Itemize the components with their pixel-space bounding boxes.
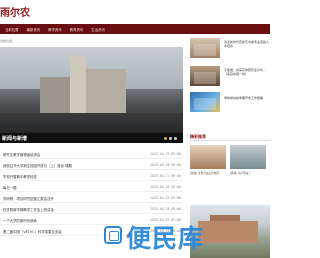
recommend-caption[interactable]: [揭秘] 这里有最美的校园 [190,171,230,175]
news-date: 2025-04-25 09:00 [150,196,181,200]
news-date: 2025-04-24 09:00 [150,207,181,211]
banner-dot[interactable] [169,137,172,140]
right-list-item[interactable]: 学校举办新学期开学工作部署 [224,96,270,100]
news-row[interactable]: 学研院：项目研究进度汇报会召开 2025-04-25 09:00 [0,194,183,203]
right-thumbnail[interactable] [190,38,220,58]
right-thumbnail[interactable] [190,92,220,112]
banner-building [86,69,126,115]
news-title[interactable]: 在学院新学期教学工作会上的讲话 [3,207,133,212]
nav-item-life[interactable]: 生活资讯 [91,27,105,32]
news-title[interactable]: 研究生教学管理者培训会 [3,152,133,157]
news-row[interactable]: 每日一题 2025-04-26 09:00 [0,183,183,192]
nav-item-teaching[interactable]: 教学资讯 [48,27,62,32]
nav-item-latest[interactable]: 最新资讯 [27,27,41,32]
news-title[interactable]: 一个大学的新时代使命 [3,218,133,223]
right-list-item[interactable]: 不能发：将来高中研究生平均…（来自中国一线） [224,68,270,76]
news-row[interactable]: 学校开展期中教学检查 2025-04-27 09:00 [0,172,183,181]
nav-item-education[interactable]: 教育资讯 [70,27,84,32]
banner-pagination [164,137,177,140]
right-thumbnail[interactable] [190,66,220,86]
recommend-caption[interactable]: [揭秘] 新学期来了 [230,171,270,175]
news-title[interactable]: 学研院：项目研究进度汇报会召开 [3,196,133,201]
banner-dot[interactable] [164,137,167,140]
news-date: 2025-04-28 09:00 [150,163,181,167]
campus-building [198,221,258,243]
nav-item-home[interactable]: 当前位置 [5,27,19,32]
news-title[interactable]: 学校开展期中教学检查 [3,174,133,179]
news-title[interactable]: 每日一题 [3,185,133,190]
news-title[interactable]: 我校召开大学新生校园开放日（上）座谈 课题 [3,163,133,168]
site-logo[interactable]: 雨尔农 [0,4,30,19]
news-row[interactable]: 我校召开大学新生校园开放日（上）座谈 课题 2025-04-28 09:00 [0,161,183,170]
news-date: 2025-04-27 09:00 [150,174,181,178]
banner-caption[interactable]: 新闻与新增 [2,135,27,142]
banner-dot[interactable] [174,137,177,140]
banner-building [40,77,70,115]
watermark-logo-icon [104,226,122,244]
news-row[interactable]: 研究生教学管理者培训会 2025-04-29 09:00 [0,150,183,159]
recommend-image[interactable] [230,145,266,169]
news-row[interactable]: 在学院新学期教学工作会上的讲话 2025-04-24 09:00 [0,205,183,214]
banner-building [70,55,86,115]
news-date: 2025-04-29 09:00 [150,152,181,156]
banner-caption-bar [0,133,183,143]
right-list-item[interactable]: 浅谈新时代高校艺术类专业思政人才培养 [224,40,270,48]
breadcrumb: 当前位置： [0,39,16,43]
news-date: 2025-04-26 09:00 [150,185,181,189]
divider [190,140,270,141]
watermark-text: 便民库 [126,224,205,253]
main-nav: 当前位置 最新资讯 教学资讯 教育资讯 生活资讯 [0,24,270,34]
featured-banner[interactable]: 新闻与新增 [0,47,183,143]
recommend-image[interactable] [190,145,226,169]
